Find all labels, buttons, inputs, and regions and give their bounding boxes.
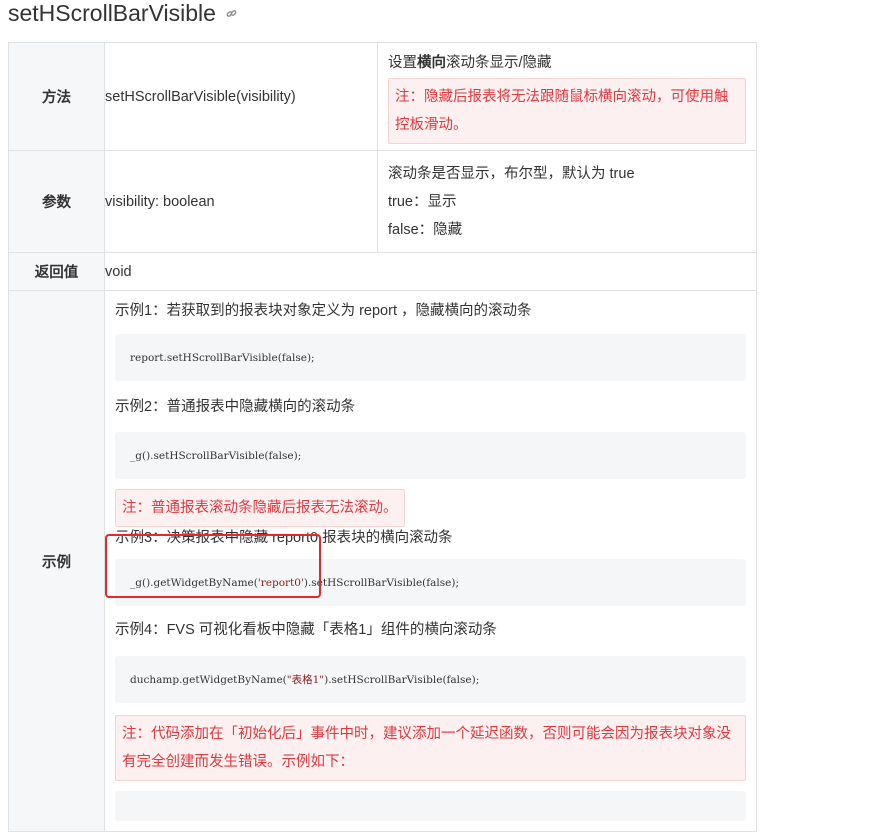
param-line: false：隐藏: [388, 222, 463, 238]
return-header: 返回值: [8, 252, 105, 291]
param-value: visibility: boolean: [104, 150, 378, 253]
page-title: setHScrollBarVisible: [8, 0, 237, 30]
example1-code[interactable]: report.setHScrollBarVisible(false);: [115, 334, 746, 381]
example1-label: 示例1：若获取到的报表块对象定义为 report ，隐藏横向的滚动条: [115, 303, 532, 319]
param-desc-cell: 滚动条是否显示，布尔型，默认为 true true：显示 false：隐藏: [377, 150, 757, 253]
return-row: 返回值 void: [8, 252, 757, 291]
example-cell: 示例1：若获取到的报表块对象定义为 report ，隐藏横向的滚动条 repor…: [104, 290, 757, 832]
example-header: 示例: [8, 290, 105, 832]
example2-label: 示例2：普通报表中隐藏横向的滚动条: [115, 399, 356, 415]
method-note: 注：隐藏后报表将无法跟随鼠标横向滚动，可使用触控板滑动。: [388, 78, 746, 144]
example-row: 示例 示例1：若获取到的报表块对象定义为 report ，隐藏横向的滚动条 re…: [8, 290, 757, 832]
method-desc-cell: 设置横向滚动条显示/隐藏 注：隐藏后报表将无法跟随鼠标横向滚动，可使用触控板滑动…: [377, 42, 757, 151]
param-line: true：显示: [388, 194, 457, 210]
example2-code[interactable]: _g().setHScrollBarVisible(false);: [115, 432, 746, 479]
final-note: 注：代码添加在「初始化后」事件中时，建议添加一个延迟函数，否则可能会因为报表块对…: [115, 715, 746, 781]
method-row: 方法 setHScrollBarVisible(visibility) 设置横向…: [8, 42, 757, 151]
method-header: 方法: [8, 42, 105, 151]
example5-code[interactable]: [115, 791, 746, 821]
example2-note: 注：普通报表滚动条隐藏后报表无法滚动。: [115, 489, 405, 527]
api-table: 方法 setHScrollBarVisible(visibility) 设置横向…: [8, 42, 757, 832]
example4-code[interactable]: duchamp.getWidgetByName("表格1").setHScrol…: [115, 656, 746, 703]
param-row: 参数 visibility: boolean 滚动条是否显示，布尔型，默认为 t…: [8, 150, 757, 253]
param-header: 参数: [8, 150, 105, 253]
code-string: "表格1": [286, 674, 325, 686]
method-value: setHScrollBarVisible(visibility): [104, 42, 378, 151]
method-desc-bold: 横向: [417, 55, 446, 71]
param-line: 滚动条是否显示，布尔型，默认为 true: [388, 166, 635, 182]
highlight-box: [105, 534, 321, 598]
anchor-link-icon[interactable]: [226, 8, 237, 18]
title-text: setHScrollBarVisible: [8, 0, 216, 26]
example4-label: 示例4：FVS 可视化看板中隐藏「表格1」组件的横向滚动条: [115, 622, 497, 638]
method-desc: 设置横向滚动条显示/隐藏: [388, 55, 552, 71]
return-value: void: [104, 252, 757, 291]
